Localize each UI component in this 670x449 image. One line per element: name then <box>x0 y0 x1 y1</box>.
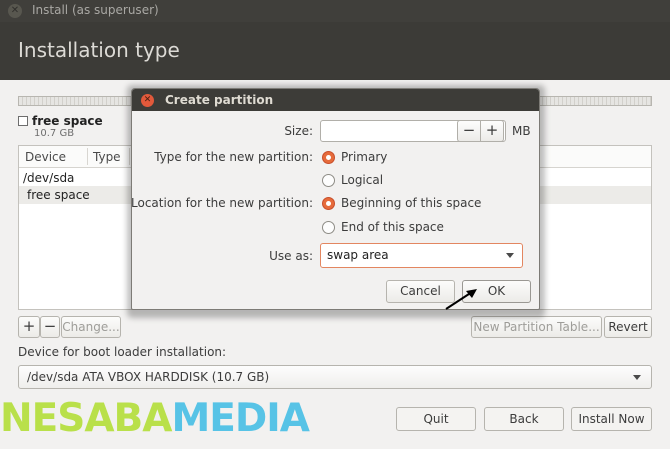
add-partition-button[interactable]: + <box>18 316 40 338</box>
dialog-title: Create partition <box>165 93 274 107</box>
quit-button[interactable]: Quit <box>396 407 476 431</box>
watermark-logo: NESABAMEDIA <box>0 396 310 441</box>
remove-partition-button[interactable]: − <box>40 316 60 338</box>
radio-beginning[interactable] <box>322 197 335 210</box>
change-partition-button[interactable]: Change... <box>61 316 121 338</box>
use-as-label: Use as: <box>269 249 313 263</box>
radio-primary[interactable] <box>322 151 335 164</box>
partition-type-label: Type for the new partition: <box>154 150 313 164</box>
back-button[interactable]: Back <box>484 407 564 431</box>
close-icon[interactable]: ✕ <box>8 4 22 18</box>
boot-loader-value: /dev/sda ATA VBOX HARDDISK (10.7 GB) <box>27 370 270 384</box>
column-separator <box>87 148 88 165</box>
radio-end[interactable] <box>322 221 335 234</box>
radio-primary-label[interactable]: Primary <box>341 150 387 164</box>
create-partition-dialog: ✕ Create partition Size: 1000 − + MB Typ… <box>131 88 540 310</box>
page-title: Installation type <box>18 38 180 62</box>
free-space-label: free space <box>32 114 103 128</box>
window-titlebar: ✕ Install (as superuser) <box>0 0 670 22</box>
radio-logical[interactable] <box>322 174 335 187</box>
use-as-select[interactable]: swap area <box>320 243 523 268</box>
free-space-size: 10.7 GB <box>34 128 75 139</box>
radio-end-label[interactable]: End of this space <box>341 220 444 234</box>
size-increment-button[interactable]: + <box>480 120 504 142</box>
column-header-type[interactable]: Type <box>93 150 121 164</box>
size-unit: MB <box>512 124 531 138</box>
boot-loader-select[interactable]: /dev/sda ATA VBOX HARDDISK (10.7 GB) <box>18 365 652 389</box>
annotation-arrow-icon <box>445 289 477 310</box>
window-title: Install (as superuser) <box>32 3 159 17</box>
chevron-down-icon <box>633 375 641 380</box>
size-label: Size: <box>284 124 313 138</box>
column-header-device[interactable]: Device <box>25 150 66 164</box>
page-header: Installation type <box>0 22 670 80</box>
dialog-titlebar: ✕ Create partition <box>132 89 539 111</box>
legend-swatch-icon <box>18 116 28 126</box>
row-device: /dev/sda <box>23 171 75 185</box>
size-decrement-button[interactable]: − <box>457 120 481 142</box>
install-now-button[interactable]: Install Now <box>571 407 652 431</box>
free-space-legend: free space 10.7 GB <box>18 114 103 139</box>
close-icon[interactable]: ✕ <box>141 94 154 107</box>
row-device: free space <box>27 188 90 202</box>
location-label: Location for the new partition: <box>131 196 313 210</box>
use-as-value: swap area <box>327 248 389 262</box>
boot-loader-label: Device for boot loader installation: <box>18 345 227 359</box>
chevron-down-icon <box>506 253 514 258</box>
revert-button[interactable]: Revert <box>604 316 652 338</box>
radio-logical-label[interactable]: Logical <box>341 173 383 187</box>
radio-beginning-label[interactable]: Beginning of this space <box>341 196 481 210</box>
new-partition-table-button[interactable]: New Partition Table... <box>471 316 602 338</box>
